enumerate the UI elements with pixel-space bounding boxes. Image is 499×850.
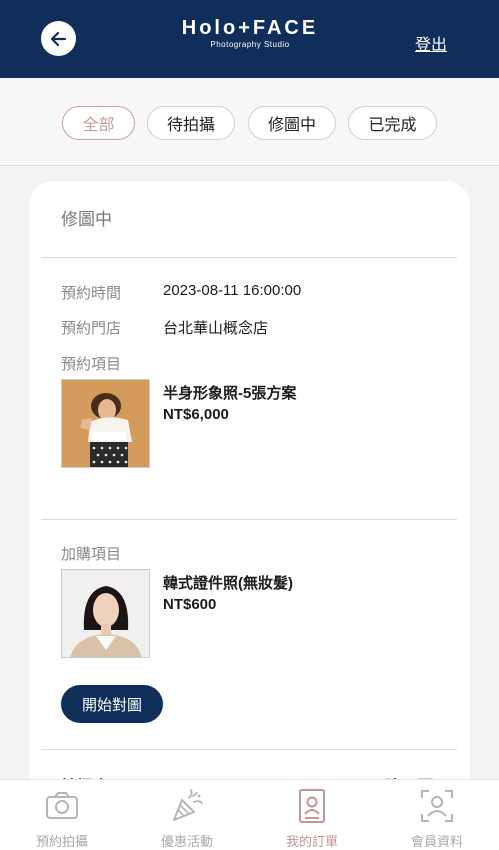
nav-label: 會員資料 xyxy=(410,834,463,849)
store-value: 台北華山概念店 xyxy=(163,320,269,337)
app-header: Holo+FACE Photography Studio 登出 xyxy=(0,0,499,78)
back-button[interactable] xyxy=(41,21,76,56)
nav-my-orders[interactable]: 我的訂單 xyxy=(250,780,374,850)
member-profile-icon xyxy=(421,790,453,822)
nav-member-profile[interactable]: 會員資料 xyxy=(375,780,499,850)
order-status-title: 修圖中 xyxy=(61,210,112,229)
booking-item-label: 預約項目 xyxy=(61,356,122,373)
addon-item-price: NT$600 xyxy=(163,596,217,613)
nav-label: 我的訂單 xyxy=(285,834,338,849)
camera-icon xyxy=(46,792,78,819)
divider xyxy=(41,257,457,258)
booking-item-name: 半身形象照-5張方案 xyxy=(163,385,297,402)
logout-link[interactable]: 登出 xyxy=(415,31,447,55)
divider xyxy=(41,749,457,750)
nav-label: 預約拍攝 xyxy=(35,834,88,849)
filter-retouching[interactable]: 修圖中 xyxy=(248,106,336,140)
id-photo-icon xyxy=(62,570,149,657)
order-card-icon xyxy=(299,789,325,823)
booking-time-label: 預約時間 xyxy=(61,285,122,302)
item-photo-thumbnail[interactable] xyxy=(61,379,150,468)
filter-completed[interactable]: 已完成 xyxy=(348,106,437,140)
nav-book-shoot[interactable]: 預約拍攝 xyxy=(0,780,124,850)
brand-logo: Holo+FACE Photography Studio xyxy=(170,16,330,50)
logo-sub-text: Photography Studio xyxy=(210,40,290,49)
filter-pending-shoot[interactable]: 待拍攝 xyxy=(147,106,235,140)
status-filter-bar: 全部 待拍攝 修圖中 已完成 xyxy=(0,78,499,166)
filter-all[interactable]: 全部 xyxy=(62,106,135,140)
start-review-button[interactable]: 開始對圖 xyxy=(61,685,163,723)
booking-item-price: NT$6,000 xyxy=(163,406,229,423)
nav-promotions[interactable]: 優惠活動 xyxy=(125,780,249,850)
party-popper-icon xyxy=(173,789,203,821)
arrow-left-icon xyxy=(50,31,66,46)
logo-main-text: Holo+FACE xyxy=(181,17,319,39)
addon-photo-thumbnail[interactable] xyxy=(61,569,150,658)
portrait-photo-icon xyxy=(62,380,149,467)
bottom-nav: 預約拍攝 優惠活動 我的訂單 會員資料 xyxy=(0,779,499,850)
order-card: 修圖中 預約時間 2023-08-11 16:00:00 預約門店 台北華山概念… xyxy=(29,181,470,821)
addon-item-name: 韓式證件照(無妝髮) xyxy=(163,575,293,592)
divider xyxy=(41,519,457,520)
addon-label: 加購項目 xyxy=(61,546,122,563)
booking-time-value: 2023-08-11 16:00:00 xyxy=(163,282,302,299)
store-label: 預約門店 xyxy=(61,320,122,337)
nav-label: 優惠活動 xyxy=(160,834,213,849)
